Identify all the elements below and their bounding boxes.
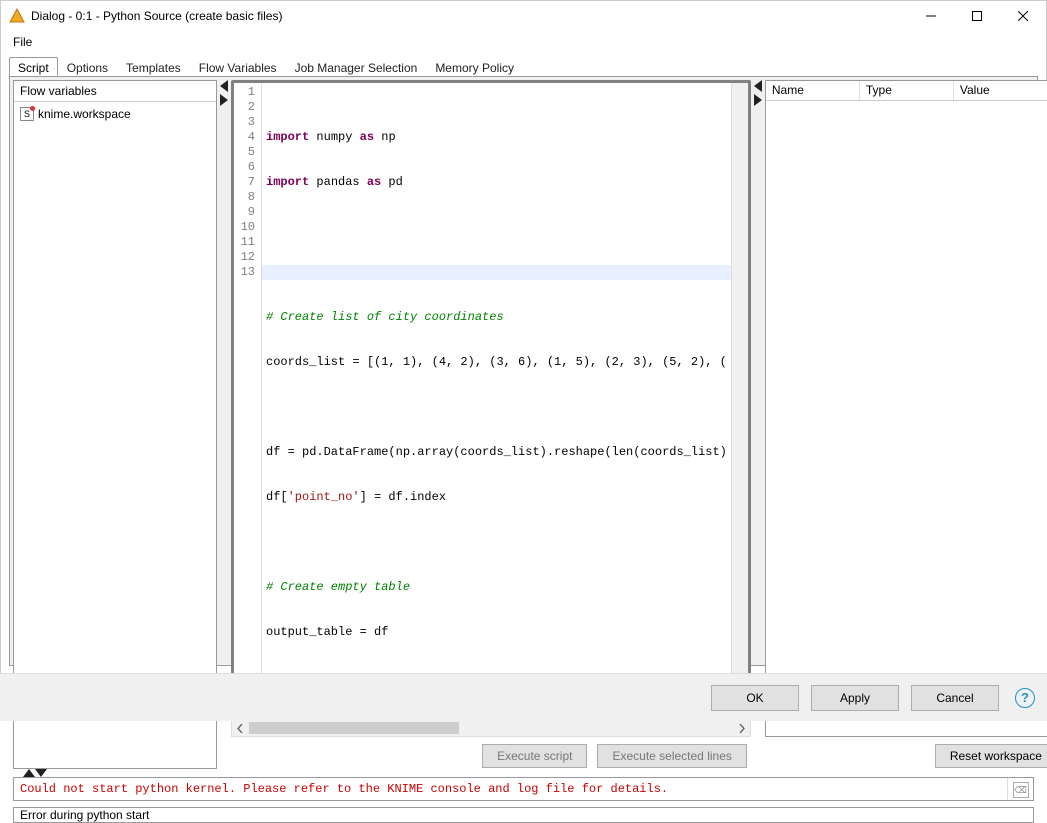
tab-options[interactable]: Options xyxy=(58,57,117,76)
string-var-icon: S xyxy=(20,107,34,121)
code-body[interactable]: import numpy as np import pandas as pd #… xyxy=(262,83,731,717)
code-editor[interactable]: 1 2 3 4 5 6 7 8 9 10 11 12 13 xyxy=(231,80,751,720)
flow-variable-label: knime.workspace xyxy=(38,107,131,121)
collapse-right-icon xyxy=(754,94,762,106)
collapse-down-icon xyxy=(35,769,47,777)
flow-variables-header: Flow variables xyxy=(14,81,216,102)
tab-memory-policy[interactable]: Memory Policy xyxy=(426,57,523,76)
collapse-left-icon xyxy=(220,80,228,92)
minimize-button[interactable] xyxy=(908,1,954,31)
ok-button[interactable]: OK xyxy=(711,685,799,711)
clear-console-icon[interactable]: ⌫ xyxy=(1013,782,1029,798)
flow-variable-item[interactable]: S knime.workspace xyxy=(20,105,210,123)
status-text: Error during python start xyxy=(20,808,149,822)
close-button[interactable] xyxy=(1000,1,1046,31)
help-icon[interactable]: ? xyxy=(1015,688,1035,708)
apply-button[interactable]: Apply xyxy=(811,685,899,711)
flow-variables-panel: Flow variables S knime.workspace xyxy=(13,80,217,769)
variables-table[interactable]: Name Type Value xyxy=(765,80,1047,737)
cancel-button[interactable]: Cancel xyxy=(911,685,999,711)
reset-workspace-button[interactable]: Reset workspace xyxy=(935,744,1047,768)
tab-flow-variables[interactable]: Flow Variables xyxy=(190,57,286,76)
col-type[interactable]: Type xyxy=(860,81,954,100)
editor-horizontal-scrollbar[interactable] xyxy=(231,720,751,737)
tab-templates[interactable]: Templates xyxy=(117,57,190,76)
collapse-right-icon xyxy=(220,94,228,106)
console-panel: Could not start python kernel. Please re… xyxy=(13,777,1034,801)
chevron-left-icon xyxy=(232,724,249,733)
content-area: Script Options Templates Flow Variables … xyxy=(9,56,1038,666)
collapse-left-icon xyxy=(754,80,762,92)
chevron-right-icon xyxy=(733,724,750,733)
menu-file[interactable]: File xyxy=(7,33,38,51)
tab-script[interactable]: Script xyxy=(9,57,58,76)
app-icon xyxy=(9,8,25,24)
titlebar: Dialog - 0:1 - Python Source (create bas… xyxy=(1,1,1046,31)
workspace-column: Name Type Value Reset workspace xyxy=(765,80,1047,769)
splitter-right[interactable] xyxy=(751,80,765,769)
menubar: File xyxy=(1,31,1046,53)
tabstrip: Script Options Templates Flow Variables … xyxy=(9,56,1038,76)
col-name[interactable]: Name xyxy=(766,81,860,100)
col-value[interactable]: Value xyxy=(954,81,1047,100)
tab-job-manager[interactable]: Job Manager Selection xyxy=(286,57,427,76)
collapse-up-icon xyxy=(23,769,35,777)
editor-vertical-scrollbar[interactable] xyxy=(731,83,748,717)
splitter-top-bottom[interactable] xyxy=(13,769,1034,777)
script-tab-panel: Flow variables S knime.workspace xyxy=(9,76,1038,666)
splitter-left-right[interactable] xyxy=(217,80,231,769)
maximize-button[interactable] xyxy=(954,1,1000,31)
console-output[interactable]: Could not start python kernel. Please re… xyxy=(14,778,1007,800)
status-bar: Error during python start xyxy=(13,807,1034,823)
editor-column: 1 2 3 4 5 6 7 8 9 10 11 12 13 xyxy=(231,80,751,769)
window-controls xyxy=(908,1,1046,31)
execute-script-button[interactable]: Execute script xyxy=(482,744,587,768)
execute-selected-lines-button[interactable]: Execute selected lines xyxy=(597,744,746,768)
line-gutter: 1 2 3 4 5 6 7 8 9 10 11 12 13 xyxy=(234,83,262,717)
window-title: Dialog - 0:1 - Python Source (create bas… xyxy=(31,9,282,23)
